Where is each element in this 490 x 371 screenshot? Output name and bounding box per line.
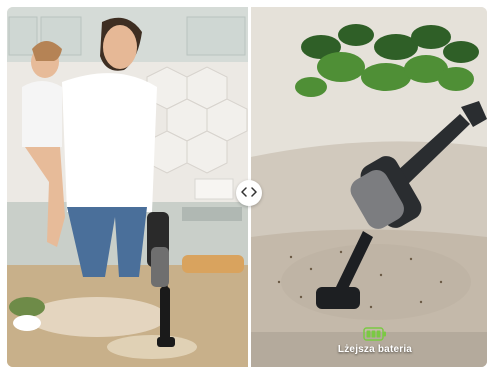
battery-label: Lżejsza bateria [337,344,413,355]
battery-caption: Lżejsza bateria [305,327,445,355]
compare-slider-handle[interactable] [236,180,262,206]
left-image-panel [7,7,249,367]
image-comparison-slider[interactable]: Lżejsza bateria [7,7,487,367]
sofa-vacuum-image [251,7,487,367]
page: Lżejsza bateria [0,0,490,371]
chevron-left-right-icon [241,184,257,202]
right-image-panel [251,7,487,367]
family-kitchen-image [7,7,249,367]
battery-icon [363,327,387,341]
